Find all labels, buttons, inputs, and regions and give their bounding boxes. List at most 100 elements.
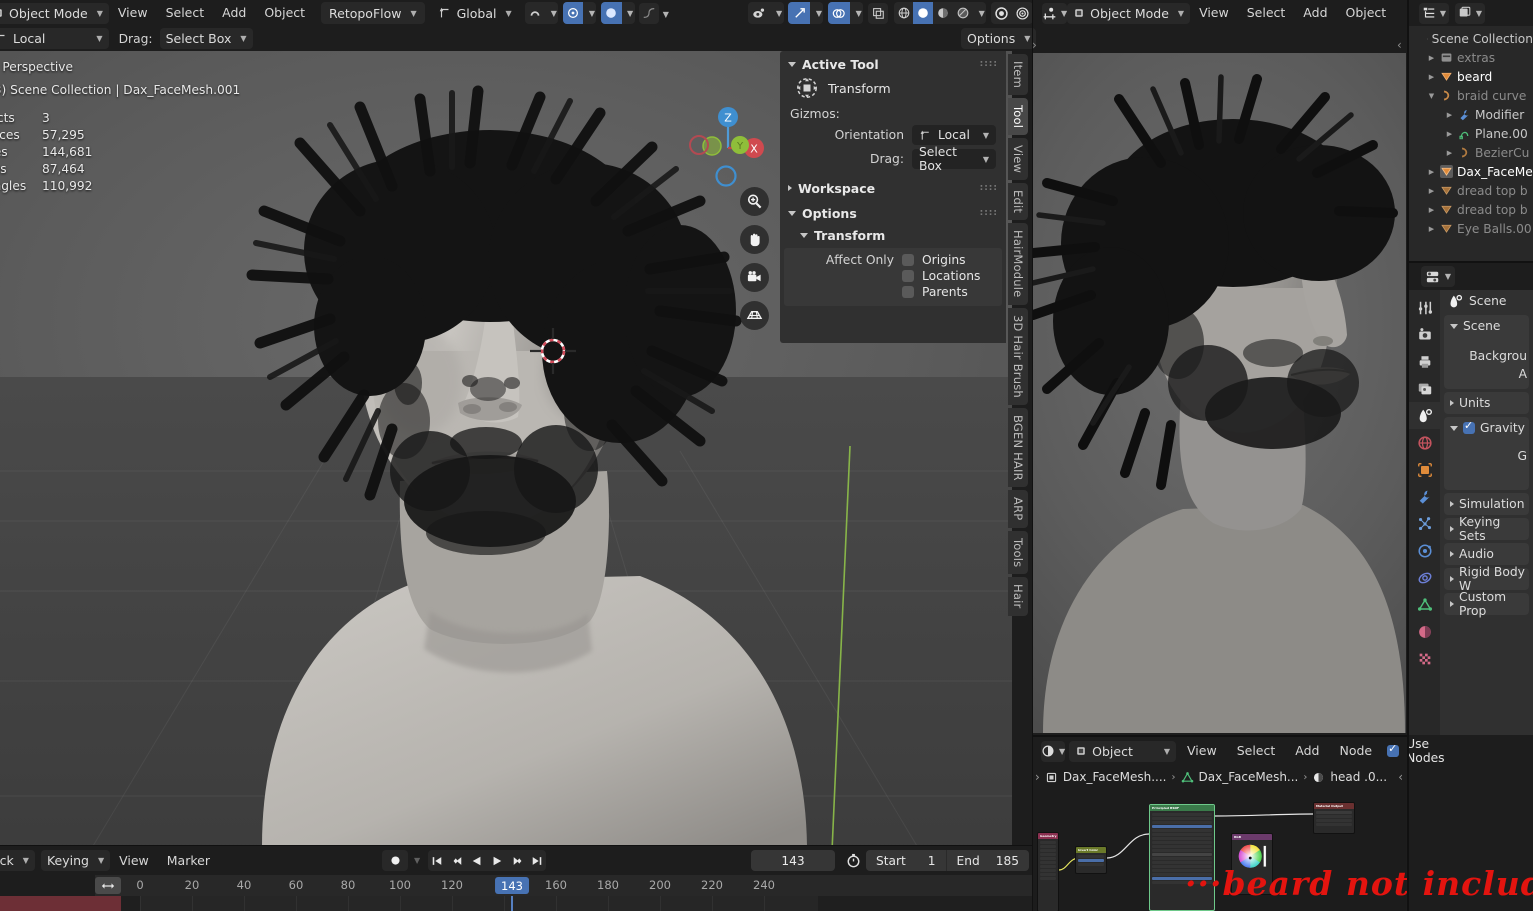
breadcrumb-arrow-right-icon[interactable]: ‹	[1398, 770, 1406, 784]
breadcrumb-object[interactable]: Dax_FaceMesh....	[1063, 770, 1167, 784]
tab-3d-hair-brush[interactable]: 3D Hair Brush	[1008, 307, 1028, 405]
properties-content[interactable]: Scene Scene Backgrou A Units Gravity G	[1440, 290, 1533, 735]
viewport2-menu-view[interactable]: View	[1190, 2, 1238, 24]
chevron-right-icon[interactable]: ▶	[1445, 149, 1454, 157]
toggle-ortho-icon[interactable]	[740, 301, 769, 330]
tab-item[interactable]: Item	[1008, 54, 1028, 95]
panel-gravity-header[interactable]: Gravity	[1444, 417, 1529, 439]
node-breadcrumb[interactable]: › Dax_FaceMesh.... › Dax_FaceMesh... › h…	[1033, 764, 1406, 790]
node-menu-node[interactable]: Node	[1330, 740, 1381, 762]
shading-rendered-icon[interactable]	[953, 2, 973, 24]
tab-tools[interactable]: Tools	[1008, 530, 1028, 575]
timeline-menu-view[interactable]: View	[110, 850, 158, 872]
ptab-scene-icon[interactable]	[1409, 402, 1440, 429]
render-icon[interactable]	[1012, 2, 1033, 24]
tab-arp[interactable]: ARP	[1008, 490, 1028, 528]
breadcrumb-arrow-left-icon[interactable]: ›	[1035, 770, 1040, 784]
menu-object[interactable]: Object	[255, 2, 314, 24]
resize-handle-icon[interactable]	[95, 877, 121, 894]
transport-controls[interactable]	[428, 850, 546, 871]
playhead-line[interactable]	[511, 896, 513, 911]
chevron-down-icon[interactable]: ▼	[545, 2, 558, 24]
gizmo-group[interactable]: ▼	[787, 2, 824, 24]
channel-region[interactable]	[0, 896, 121, 911]
gravity-checkbox[interactable]	[1463, 419, 1475, 434]
panel-keying-sets[interactable]: Keying Sets	[1444, 515, 1529, 543]
divider-vertical-1[interactable]	[1032, 0, 1033, 911]
frame-start-field[interactable]: Start 1	[866, 850, 946, 871]
visibility-group[interactable]: ▼	[748, 2, 784, 24]
chevron-down-icon[interactable]: ▼	[414, 856, 420, 865]
ptab-output-icon[interactable]	[1409, 348, 1440, 375]
panel-simulation-header[interactable]: Simulation	[1444, 493, 1529, 515]
snap-group[interactable]: ▼	[524, 2, 559, 24]
ptab-world-icon[interactable]	[1409, 429, 1440, 456]
chevron-right-icon[interactable]: ▶	[1445, 111, 1454, 119]
mode-selector[interactable]: Object Mode ▼	[0, 2, 109, 24]
checkbox-locations[interactable]	[902, 270, 914, 282]
editor-type-properties-icon[interactable]: ▼	[1421, 266, 1455, 287]
falloff-group[interactable]: ▼	[600, 2, 635, 24]
timeline-editor[interactable]: ack ▼ Keying ▼ View Marker ▼ 143	[0, 846, 1033, 911]
tab-edit[interactable]: Edit	[1008, 183, 1028, 221]
playback-menu[interactable]: ack ▼	[0, 850, 35, 871]
chevron-right-icon[interactable]: ▶	[1445, 130, 1454, 138]
chevron-right-icon[interactable]: ▶	[1427, 54, 1436, 62]
drag-grip-icon[interactable]: ::::	[980, 208, 998, 218]
outliner-display-mode-icon[interactable]: ▼	[1419, 2, 1449, 24]
timeline-menu-marker[interactable]: Marker	[158, 850, 219, 872]
chevron-right-icon[interactable]: ▶	[1427, 206, 1436, 214]
divider-horizontal-timeline[interactable]	[0, 845, 1033, 846]
sidebar-n-panel[interactable]: Active Tool :::: Transform Gizmos: Orien…	[780, 51, 1006, 343]
node-material-output[interactable]: Material Output	[1313, 802, 1355, 834]
panel-custom-properties[interactable]: Custom Prop	[1444, 590, 1529, 618]
drag-grip-icon[interactable]: ::::	[980, 183, 998, 193]
use-nodes-checkbox[interactable]	[1387, 742, 1400, 757]
shading-solid-icon[interactable]	[913, 2, 934, 24]
viewport2-collapse-arrow[interactable]: ‹	[1397, 38, 1402, 52]
ptab-physics-icon[interactable]	[1409, 537, 1440, 564]
outliner-row-dread-top-1[interactable]: ▶ dread top b	[1415, 181, 1533, 200]
outliner-row-extras[interactable]: ▶ extras	[1415, 48, 1533, 67]
outliner-row-dread-top-2[interactable]: ▶ dread top b	[1415, 200, 1533, 219]
node-geometry[interactable]: Geometry	[1037, 832, 1059, 911]
divider-horizontal-node[interactable]	[1033, 735, 1407, 737]
properties-editor[interactable]: ▼ Scene Scene Backgrou A Units ✓ Gravity…	[1409, 263, 1533, 735]
chevron-down-icon[interactable]: ▼	[771, 2, 784, 24]
prev-keyframe-icon[interactable]	[446, 855, 467, 867]
node-menu-view[interactable]: View	[1178, 740, 1226, 762]
viewport2-menu-add[interactable]: Add	[1294, 2, 1336, 24]
ptab-render-icon[interactable]	[1409, 321, 1440, 348]
orientation-dropdown[interactable]: Local ▼	[912, 125, 996, 145]
panel-audio[interactable]: Audio	[1444, 543, 1529, 565]
outliner-row-eye-balls[interactable]: ▶ Eye Balls.00	[1415, 219, 1533, 238]
outliner-editor[interactable]: ▼ ▼ Scene Collection ▶ extras ▶ beard ▼ …	[1409, 0, 1533, 263]
panel-keying-sets-header[interactable]: Keying Sets	[1444, 515, 1529, 543]
shading-material-icon[interactable]	[933, 2, 953, 24]
drag-dropdown[interactable]: Select Box ▼	[912, 145, 996, 173]
frame-end-field[interactable]: End 185	[946, 850, 1029, 871]
auto-keying-group[interactable]: ▼	[382, 850, 420, 871]
snap-magnet-icon[interactable]	[525, 2, 546, 24]
panel-rigid-body-world[interactable]: Rigid Body W	[1444, 565, 1529, 593]
drag-field[interactable]: Drag: Select Box ▼	[780, 145, 1006, 173]
menu-view[interactable]: View	[109, 2, 157, 24]
ptab-texture-icon[interactable]	[1409, 645, 1440, 672]
ptab-material-icon[interactable]	[1409, 618, 1440, 645]
camera-view-icon[interactable]	[740, 263, 769, 292]
checkbox-parents[interactable]	[902, 286, 914, 298]
breadcrumb-mesh[interactable]: Dax_FaceMesh...	[1199, 770, 1299, 784]
proportional-edit-group[interactable]: ▼	[562, 2, 597, 24]
outliner-row-modifier[interactable]: ▶ Modifier	[1415, 105, 1533, 124]
visibility-icon[interactable]	[748, 2, 771, 24]
panel-custom-props-header[interactable]: Custom Prop	[1444, 590, 1529, 618]
editor-type-icon[interactable]: ▼	[1042, 2, 1068, 24]
drag-mode-selector[interactable]: Select Box ▼	[159, 28, 253, 49]
tab-tool[interactable]: Tool	[1008, 97, 1028, 136]
magnet-on-icon[interactable]	[600, 2, 622, 24]
current-frame-field[interactable]: 143	[751, 850, 835, 871]
zoom-icon[interactable]	[740, 187, 769, 216]
panel-units-header[interactable]: Units	[1444, 392, 1529, 414]
active-tool-row[interactable]: Transform	[780, 73, 1006, 105]
retopoflow-menu[interactable]: RetopoFlow ▼	[321, 2, 425, 24]
